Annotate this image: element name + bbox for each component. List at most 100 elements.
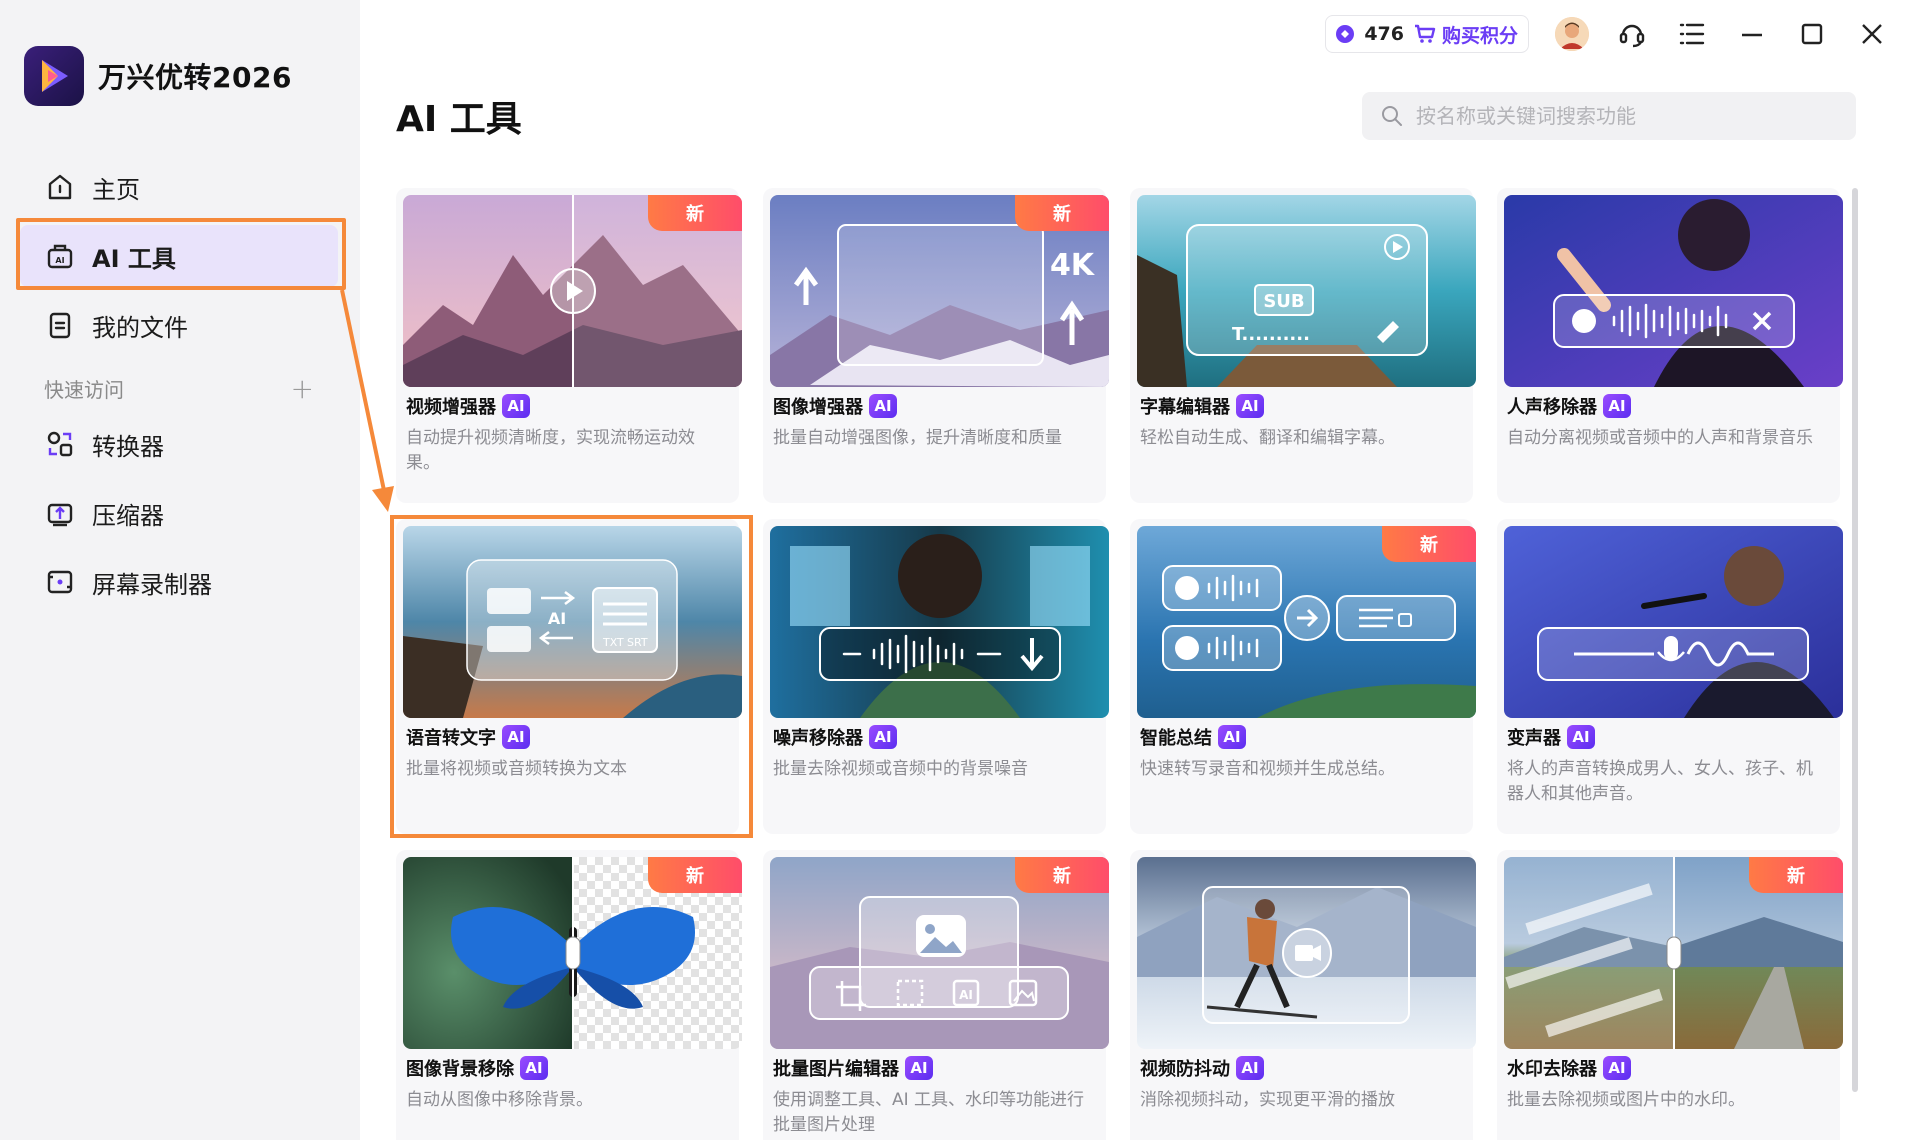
app-logo-icon bbox=[24, 46, 84, 106]
user-avatar[interactable] bbox=[1555, 17, 1589, 51]
sidebar-item-label: 转换器 bbox=[92, 432, 164, 461]
tool-card-batch-image-editor[interactable]: AI 新 批量图片编辑器 AI 使用调整工具、AI 工具、水印等功能进行批量图片处… bbox=[763, 850, 1109, 1140]
points-icon bbox=[1336, 25, 1355, 43]
image-enhancer-thumbnail: 4K 新 bbox=[770, 195, 1109, 387]
points-widget: 476 购买积分 bbox=[1325, 15, 1529, 53]
sidebar-item-compressor[interactable]: 压缩器 bbox=[20, 482, 338, 544]
close-icon[interactable] bbox=[1855, 17, 1889, 51]
new-badge: 新 bbox=[1015, 195, 1109, 231]
tool-card-noise-remover[interactable]: 噪声移除器 AI 批量去除视频或音频中的背景噪音 bbox=[763, 519, 1109, 834]
tool-name: 图像背景移除 bbox=[406, 1059, 514, 1080]
tool-description: 将人的声音转换成男人、女人、孩子、机器人和其他声音。 bbox=[1507, 759, 1813, 804]
tool-name: 水印去除器 bbox=[1507, 1059, 1597, 1080]
sidebar-nav: 主页 AI AI 工具 我的文件 快速访问 + 转换器 压缩器 屏幕录制器 bbox=[20, 156, 338, 620]
noise-remover-thumbnail bbox=[770, 526, 1109, 718]
voice-changer-thumbnail bbox=[1504, 526, 1843, 718]
sidebar: 万兴优转2026 主页 AI AI 工具 我的文件 快速访问 + 转换器 压缩器… bbox=[0, 0, 360, 1140]
tool-card-subtitle-editor[interactable]: SUB T.......... 字幕编辑器 AI 轻松自动生成、翻译和编辑字幕。 bbox=[1130, 188, 1476, 503]
sidebar-item-home[interactable]: 主页 bbox=[20, 156, 338, 218]
file-icon bbox=[44, 309, 76, 341]
tool-name: 语音转文字 bbox=[406, 728, 496, 749]
tool-name: 视频防抖动 bbox=[1140, 1059, 1230, 1080]
ai-badge: AI bbox=[502, 394, 530, 418]
tool-description: 批量自动增强图像，提升清晰度和质量 bbox=[773, 428, 1062, 448]
cart-icon bbox=[1414, 24, 1436, 43]
4k-label: 4K bbox=[1050, 248, 1096, 283]
srt-label: SRT bbox=[627, 636, 648, 649]
support-headset-icon[interactable] bbox=[1615, 17, 1649, 51]
ai-badge: AI bbox=[502, 725, 530, 749]
ai-badge: AI bbox=[1218, 725, 1246, 749]
ai-toolbox-icon: AI bbox=[44, 240, 76, 272]
quick-access-label: 快速访问 bbox=[44, 377, 124, 402]
search-input[interactable] bbox=[1416, 104, 1836, 128]
tool-description: 自动提升视频清晰度，实现流畅运动效果。 bbox=[406, 428, 695, 473]
new-badge: 新 bbox=[1015, 857, 1109, 893]
screen-recorder-icon bbox=[44, 566, 76, 598]
tool-name-row: 语音转文字 AI bbox=[406, 724, 530, 750]
sidebar-item-label: 压缩器 bbox=[92, 501, 164, 530]
ai-badge: AI bbox=[1603, 394, 1631, 418]
tool-card-speech-to-text[interactable]: AI TXT SRT 语音转文字 AI 批量将视频或音频转换为文本 bbox=[396, 519, 742, 834]
tool-name-row: 视频防抖动 AI bbox=[1140, 1055, 1264, 1081]
tool-name: 视频增强器 bbox=[406, 397, 496, 418]
tool-name-row: 智能总结 AI bbox=[1140, 724, 1246, 750]
converter-icon bbox=[44, 428, 76, 460]
svg-text:AI: AI bbox=[55, 256, 64, 265]
ai-badge: AI bbox=[1567, 725, 1595, 749]
points-count: 476 bbox=[1364, 23, 1404, 45]
home-icon bbox=[44, 171, 76, 203]
tool-card-video-enhancer[interactable]: 新 视频增强器 AI 自动提升视频清晰度，实现流畅运动效果。 bbox=[396, 188, 742, 503]
sidebar-item-ai-tools[interactable]: AI AI 工具 bbox=[20, 225, 338, 287]
tool-name: 噪声移除器 bbox=[773, 728, 863, 749]
background-remover-thumbnail: 新 bbox=[403, 857, 742, 1049]
sidebar-item-my-files[interactable]: 我的文件 bbox=[20, 294, 338, 356]
new-badge: 新 bbox=[1749, 857, 1843, 893]
tool-description: 使用调整工具、AI 工具、水印等功能进行批量图片处理 bbox=[773, 1090, 1085, 1135]
tool-card-voice-changer[interactable]: 变声器 AI 将人的声音转换成男人、女人、孩子、机器人和其他声音。 bbox=[1497, 519, 1843, 834]
sidebar-item-label: 我的文件 bbox=[92, 313, 188, 342]
buy-points-button[interactable]: 购买积分 bbox=[1414, 21, 1518, 48]
vocal-remover-thumbnail bbox=[1504, 195, 1843, 387]
ai-badge: AI bbox=[1236, 394, 1264, 418]
tool-card-image-enhancer[interactable]: 4K 新 图像增强器 AI 批量自动增强图像，提升清晰度和质量 bbox=[763, 188, 1109, 503]
subtitle-editor-thumbnail: SUB T.......... bbox=[1137, 195, 1476, 387]
video-stabilizer-thumbnail bbox=[1137, 857, 1476, 1049]
tool-name-row: 字幕编辑器 AI bbox=[1140, 393, 1264, 419]
tool-card-video-stabilizer[interactable]: 视频防抖动 AI 消除视频抖动，实现更平滑的播放 bbox=[1130, 850, 1476, 1140]
tool-name: 批量图片编辑器 bbox=[773, 1059, 899, 1080]
new-badge: 新 bbox=[1382, 526, 1476, 562]
tool-description: 批量将视频或音频转换为文本 bbox=[406, 759, 627, 779]
maximize-icon[interactable] bbox=[1795, 17, 1829, 51]
ai-badge: AI bbox=[905, 1056, 933, 1080]
compressor-icon bbox=[44, 497, 76, 529]
search-icon bbox=[1382, 106, 1402, 126]
tool-name: 图像增强器 bbox=[773, 397, 863, 418]
sidebar-item-converter[interactable]: 转换器 bbox=[20, 413, 338, 475]
grid-scrollbar[interactable] bbox=[1852, 188, 1858, 1092]
tool-name-row: 变声器 AI bbox=[1507, 724, 1595, 750]
txt-label: TXT bbox=[602, 636, 624, 649]
sidebar-item-label: 主页 bbox=[92, 175, 140, 204]
tool-description: 轻松自动生成、翻译和编辑字幕。 bbox=[1140, 428, 1395, 448]
menu-list-icon[interactable] bbox=[1675, 17, 1709, 51]
ai-badge: AI bbox=[520, 1056, 548, 1080]
app-name: 万兴优转2026 bbox=[98, 61, 292, 94]
quick-access-header: 快速访问 + bbox=[20, 363, 338, 413]
tool-name: 智能总结 bbox=[1140, 728, 1212, 749]
video-enhancer-thumbnail: 新 bbox=[403, 195, 742, 387]
tool-card-smart-summary[interactable]: 新 智能总结 AI 快速转写录音和视频并生成总结。 bbox=[1130, 519, 1476, 834]
tool-card-background-remover[interactable]: 新 图像背景移除 AI 自动从图像中移除背景。 bbox=[396, 850, 742, 1140]
sidebar-item-screen-recorder[interactable]: 屏幕录制器 bbox=[20, 551, 338, 613]
sidebar-item-label: 屏幕录制器 bbox=[92, 570, 212, 599]
brand: 万兴优转2026 bbox=[24, 46, 292, 106]
watermark-remover-thumbnail: 新 bbox=[1504, 857, 1843, 1049]
tool-card-watermark-remover[interactable]: 新 水印去除器 AI 批量去除视频或图片中的水印。 bbox=[1497, 850, 1843, 1140]
new-badge: 新 bbox=[648, 195, 742, 231]
speech-to-text-thumbnail: AI TXT SRT bbox=[403, 526, 742, 718]
top-bar: 476 购买积分 bbox=[1325, 14, 1889, 54]
add-quick-access-icon[interactable]: + bbox=[291, 372, 314, 405]
tool-card-vocal-remover[interactable]: 人声移除器 AI 自动分离视频或音频中的人声和背景音乐 bbox=[1497, 188, 1843, 503]
minimize-icon[interactable] bbox=[1735, 17, 1769, 51]
tool-name-row: 噪声移除器 AI bbox=[773, 724, 897, 750]
